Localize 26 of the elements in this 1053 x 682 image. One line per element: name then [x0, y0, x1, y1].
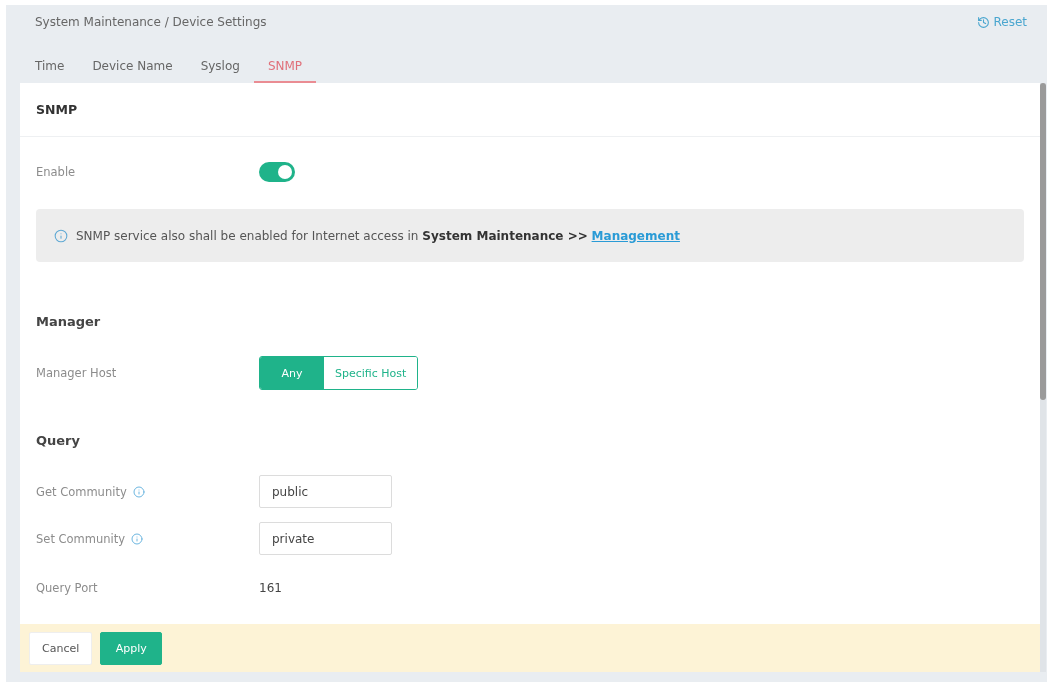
- clock-rewind-icon: [977, 15, 991, 29]
- section-heading: Manager: [36, 313, 101, 331]
- field-value: 161: [259, 580, 282, 595]
- segment-option[interactable]: Any: [260, 357, 324, 389]
- tab[interactable]: Syslog: [186, 59, 254, 83]
- field-label: Get Community: [36, 484, 127, 499]
- info-icon: [54, 228, 68, 243]
- field-label: Query Port: [36, 580, 98, 595]
- panel-title: SNMP: [36, 102, 78, 117]
- notice-text: SNMP service also shall be enabled for Internet access in System Maintenance >> Management: [76, 228, 680, 243]
- apply-button[interactable]: Apply: [100, 631, 163, 665]
- breadcrumb: System Maintenance / Device Settings: [35, 14, 267, 30]
- tab[interactable]: Time: [21, 59, 79, 83]
- field-label: Set Community: [36, 531, 126, 546]
- toggle-switch[interactable]: [259, 162, 295, 182]
- cancel-button[interactable]: Cancel: [29, 631, 93, 665]
- help-icon[interactable]: [131, 532, 144, 545]
- tab[interactable]: Device Name: [78, 59, 187, 83]
- text-field[interactable]: private: [259, 522, 392, 555]
- text-field[interactable]: public: [259, 475, 392, 508]
- section-heading: Query: [36, 432, 80, 450]
- management-link[interactable]: Management: [591, 228, 680, 243]
- field-label: Manager Host: [36, 366, 117, 380]
- scrollbar-thumb[interactable]: [1040, 83, 1046, 400]
- field-label: Enable: [36, 165, 76, 179]
- help-icon[interactable]: [132, 485, 145, 498]
